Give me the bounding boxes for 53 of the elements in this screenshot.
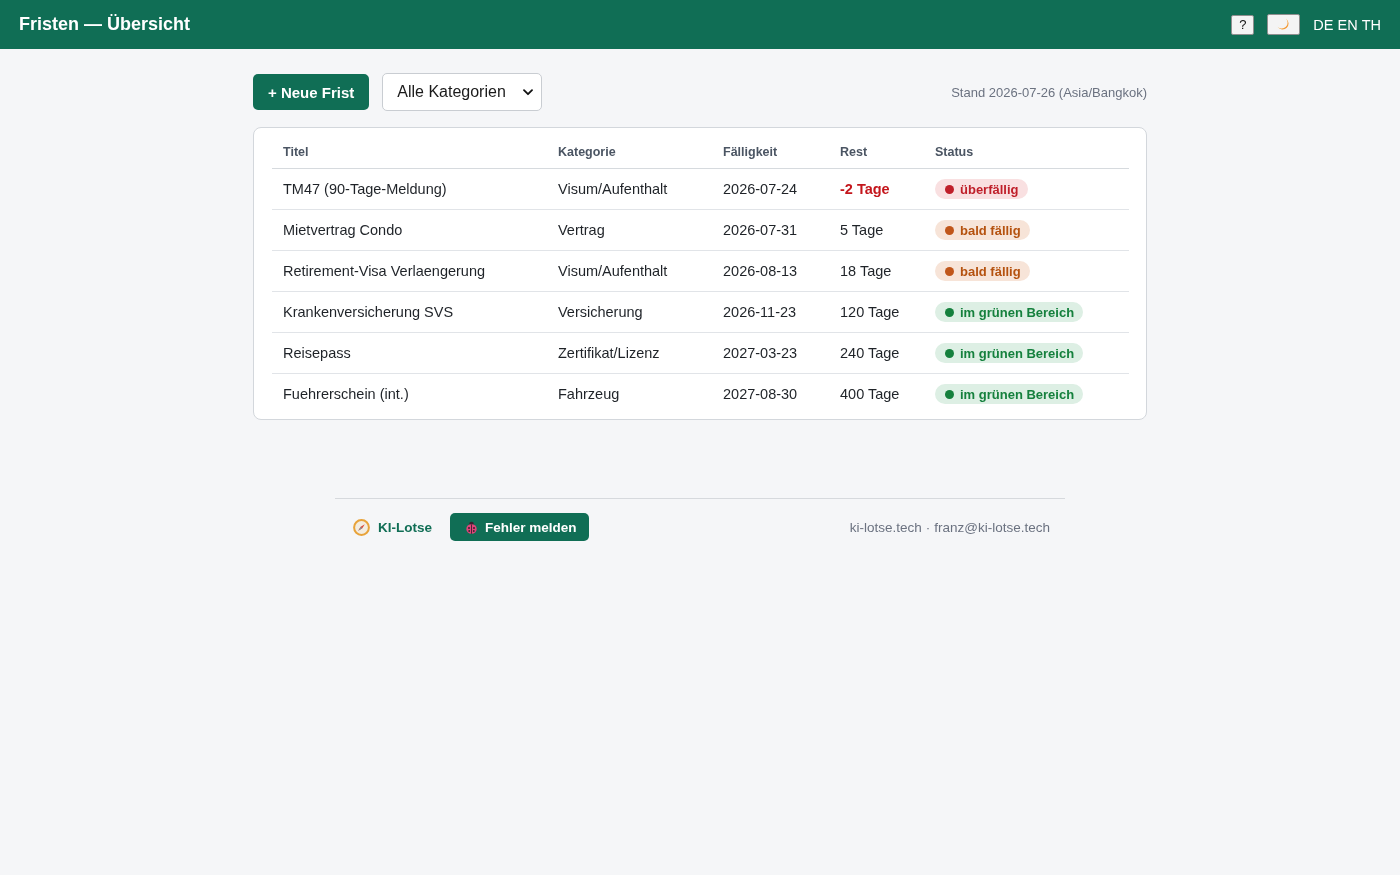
- brand-link[interactable]: KI-Lotse: [353, 518, 432, 536]
- deadline-title: Krankenversicherung SVS: [283, 304, 454, 320]
- category-select[interactable]: Alle Kategorien: [382, 73, 543, 111]
- deadline-title: Fuehrerschein (int.): [283, 386, 409, 402]
- remaining-days: 120 Tage: [840, 304, 900, 320]
- remaining-days: 240 Tage: [840, 345, 900, 361]
- due-date: 2026-08-13: [723, 263, 798, 279]
- remaining-days: 18 Tage: [840, 263, 892, 279]
- language-link[interactable]: TH: [1361, 16, 1381, 33]
- language-link[interactable]: EN: [1337, 16, 1358, 33]
- column-header: Fälligkeit: [723, 144, 778, 159]
- report-bug-button[interactable]: Fehler melden: [450, 513, 589, 541]
- remaining-days: -2 Tage: [840, 181, 890, 197]
- email-link[interactable]: franz@ki-lotse.tech: [934, 519, 1050, 535]
- deadline-title: Mietvertrag Condo: [283, 222, 403, 238]
- column-header: Kategorie: [558, 144, 616, 159]
- column-header: Titel: [283, 144, 309, 159]
- crescent-moon-icon: [1277, 18, 1291, 31]
- column-header: Rest: [840, 144, 868, 159]
- remaining-days: 400 Tage: [840, 386, 900, 402]
- ladybug-icon: [465, 520, 478, 534]
- category-cell: Visum/Aufenthalt: [558, 181, 668, 197]
- category-cell: Fahrzeug: [558, 386, 620, 402]
- website-link[interactable]: ki-lotse.tech: [849, 519, 922, 535]
- new-deadline-button[interactable]: + Neue Frist: [253, 74, 370, 110]
- status-label: im grünen Bereich: [960, 386, 1075, 402]
- column-header: Status: [935, 144, 974, 159]
- category-cell: Vertrag: [558, 222, 605, 238]
- due-date: 2027-03-23: [723, 345, 798, 361]
- theme-toggle-button[interactable]: [1267, 14, 1301, 35]
- status-label: bald fällig: [960, 222, 1021, 238]
- separator-dot: ·: [925, 519, 931, 535]
- status-label: überfällig: [960, 181, 1019, 197]
- language-link[interactable]: DE: [1313, 16, 1334, 33]
- deadline-title: TM47 (90-Tage-Meldung): [283, 181, 447, 197]
- help-button[interactable]: ?: [1231, 14, 1255, 35]
- as-of-date: Stand 2026-07-26 (Asia/Bangkok): [951, 84, 1147, 100]
- due-date: 2026-07-31: [723, 222, 798, 238]
- deadline-title: Reisepass: [283, 345, 351, 361]
- due-date: 2026-07-24: [723, 181, 798, 197]
- remaining-days: 5 Tage: [840, 222, 884, 238]
- chevron-down-icon: [523, 88, 534, 96]
- deadline-title: Retirement-Visa Verlaengerung: [283, 263, 486, 279]
- category-cell: Versicherung: [558, 304, 643, 320]
- category-cell: Visum/Aufenthalt: [558, 263, 668, 279]
- compass-icon: [353, 518, 370, 536]
- status-label: bald fällig: [960, 263, 1021, 279]
- due-date: 2026-11-23: [723, 304, 797, 320]
- due-date: 2027-08-30: [723, 386, 798, 402]
- status-label: im grünen Bereich: [960, 304, 1075, 320]
- status-label: im grünen Bereich: [960, 345, 1075, 361]
- page-title: Fristen — Übersicht: [19, 14, 191, 35]
- category-cell: Zertifikat/Lizenz: [558, 345, 660, 361]
